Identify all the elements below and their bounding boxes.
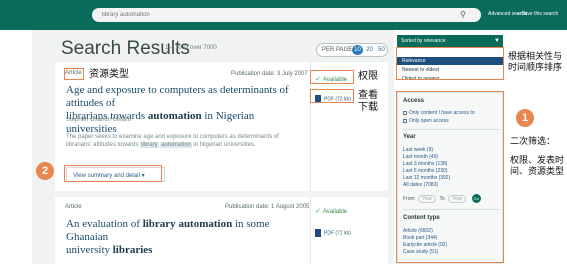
annotation-box-type [64, 68, 84, 80]
per-page-option-50[interactable]: 50 [376, 45, 387, 55]
save-search-link[interactable]: + Save this search [517, 11, 558, 17]
publication-date: Publication date: 1 August 2005 [225, 204, 310, 210]
check-icon: ✓ [315, 208, 321, 215]
result-authors[interactable]: Stephen Osahon Uwaifo [66, 117, 131, 123]
annotation-type-label: 资源类型 [89, 69, 129, 80]
top-search-bar: ⚲ Advanced search + Save this search [0, 0, 567, 30]
pdf-download-link[interactable]: PDF (72 kb) [315, 229, 351, 237]
result-title[interactable]: An evaluation of library automation in s… [66, 218, 306, 257]
annotation-access-label: 权限 [358, 71, 378, 82]
annotation-box-view-summary [64, 165, 162, 182]
annotation-box-availability [310, 70, 354, 84]
publication-date: Publication date: 3 July 2007 [231, 71, 308, 77]
card-divider [310, 197, 311, 264]
pdf-icon [315, 229, 321, 237]
annotation-download-label: 下载 [358, 102, 378, 113]
title-highlight: automation [147, 110, 202, 122]
annotation-sort-note-1: 根据相关性与 [508, 51, 563, 61]
results-count: 1 – 10 of over 7000 [165, 45, 217, 51]
per-page-option-20[interactable]: 20 [364, 45, 375, 55]
search-input[interactable] [92, 8, 481, 22]
content-type-tag: Article [65, 204, 82, 210]
annotation-box-pdf [310, 89, 354, 103]
annotation-view-label: 查看 [358, 90, 378, 101]
availability-status: ✓ Available [315, 208, 348, 215]
annotation-filter-title: 二次筛选： [510, 136, 556, 146]
result-card: Article Publication date: 1 August 2005 … [55, 197, 388, 264]
annotation-filter-note-1: 权限、发表时 [510, 155, 565, 165]
search-icon[interactable]: ⚲ [457, 9, 469, 21]
per-page-control: PER PAGE 10 20 50 [316, 43, 388, 57]
annotation-badge-2: 2 [36, 162, 54, 180]
annotation-sort-note-2: 时间顺序排序 [508, 62, 563, 72]
annotation-badge-1: 1 [516, 109, 534, 127]
result-title[interactable]: Age and exposure to computers as determi… [66, 84, 306, 136]
annotation-filter-note-2: 间、资源类型 [510, 166, 565, 176]
per-page-option-10[interactable]: 10 [352, 45, 363, 55]
page: ⚲ Advanced search + Save this search Sea… [0, 0, 567, 264]
result-abstract: The paper seeks to examine age and expos… [66, 134, 279, 148]
annotation-box-filters [396, 91, 504, 263]
per-page-label: PER PAGE [322, 47, 353, 53]
annotation-box-sort [396, 47, 504, 80]
